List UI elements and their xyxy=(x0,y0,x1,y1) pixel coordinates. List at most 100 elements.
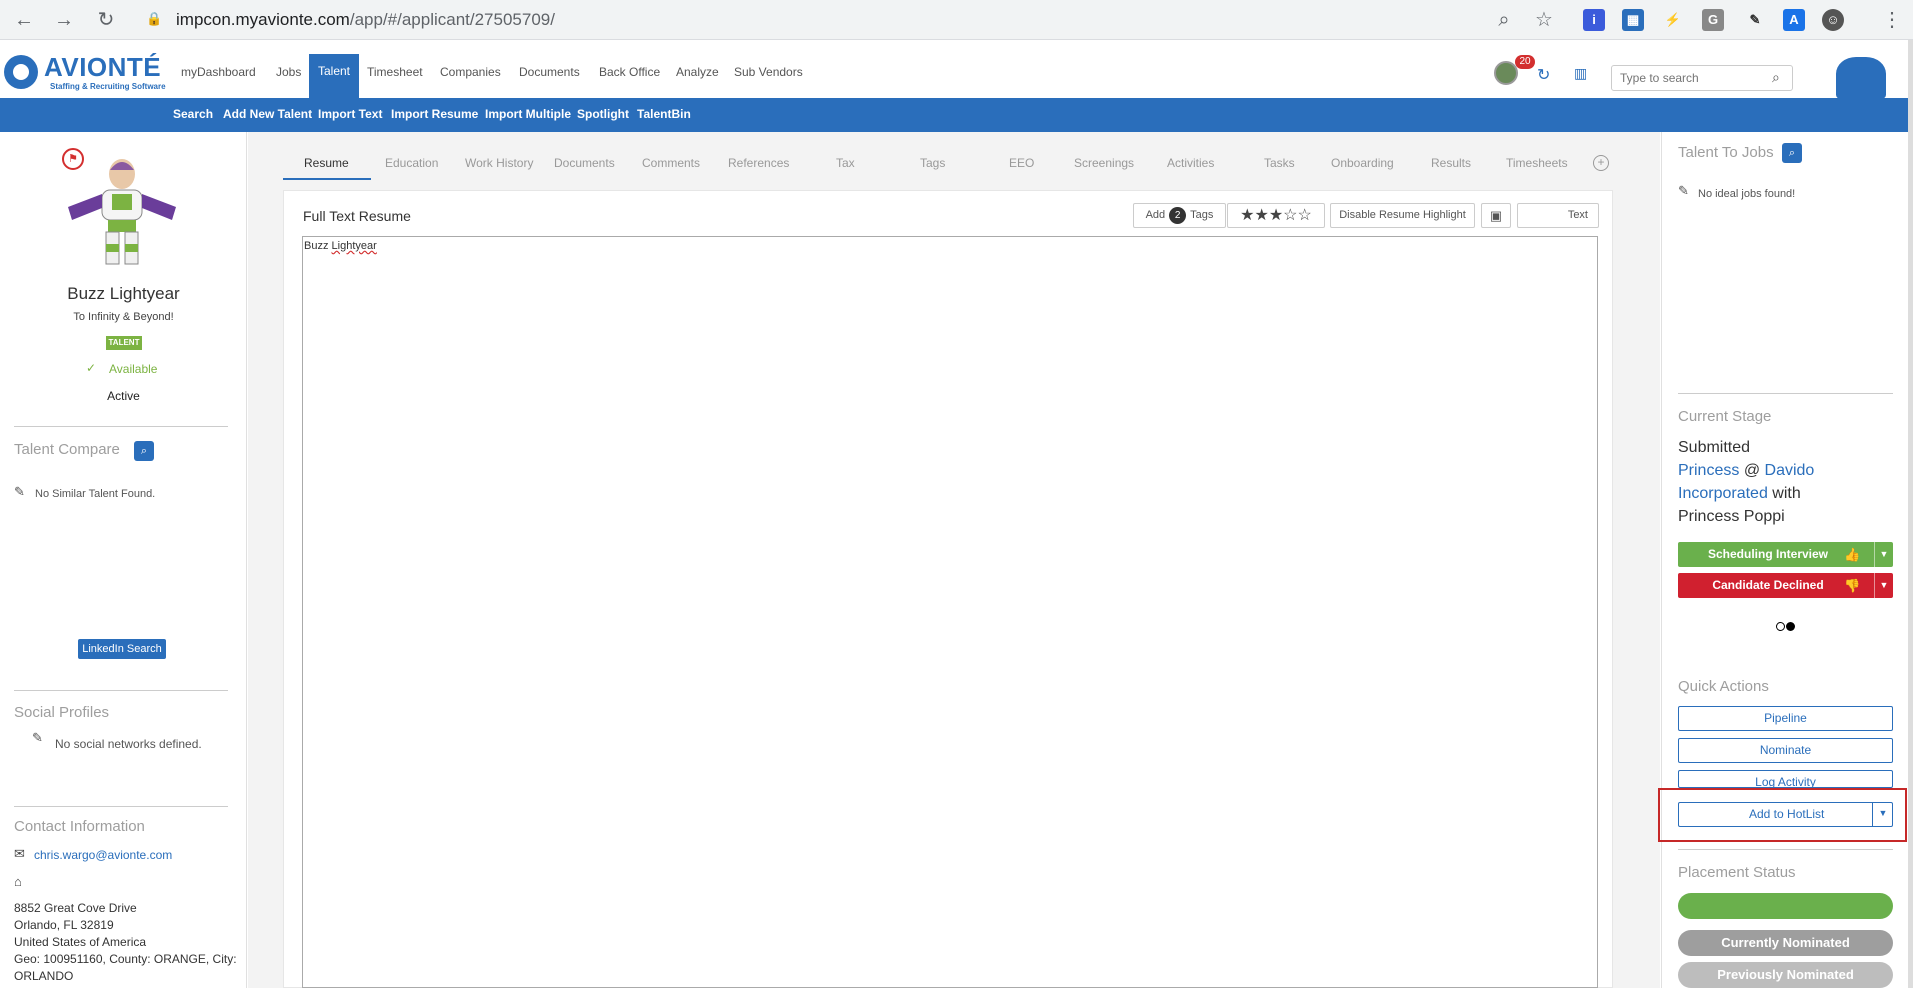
scheduling-interview-button[interactable]: Scheduling Interview 👍 ▼ xyxy=(1678,542,1893,567)
nav-back-office[interactable]: Back Office xyxy=(599,65,660,79)
subnav-import-resume[interactable]: Import Resume xyxy=(391,107,478,121)
subnav-add-new-talent[interactable]: Add New Talent xyxy=(223,107,312,121)
no-social-networks: No social networks defined. xyxy=(55,737,202,751)
g-extension-icon[interactable]: G xyxy=(1702,9,1724,31)
tab-resume[interactable]: Resume xyxy=(304,156,349,170)
stage-carousel-dots[interactable] xyxy=(1776,618,1796,636)
address-line-1: 8852 Great Cove Drive xyxy=(14,901,137,915)
nav-documents[interactable]: Documents xyxy=(519,65,580,79)
currently-nominated-pill[interactable]: Currently Nominated xyxy=(1678,930,1893,956)
text-view-toggle[interactable]: Text xyxy=(1517,203,1599,228)
add-tags-button[interactable]: Add 2 Tags xyxy=(1133,203,1226,228)
save-icon[interactable]: ▣ xyxy=(1481,203,1511,228)
lightning-extension-icon[interactable]: ⚡ xyxy=(1662,9,1684,31)
placement-status-title: Placement Status xyxy=(1678,864,1796,881)
check-icon: ✓ xyxy=(86,361,97,375)
contact-link[interactable]: Princess Poppi xyxy=(1678,508,1785,526)
nav-analyze[interactable]: Analyze xyxy=(676,65,719,79)
company-link-1[interactable]: Davido xyxy=(1765,462,1815,479)
disable-resume-highlight-button[interactable]: Disable Resume Highlight xyxy=(1330,203,1475,228)
talent-tagline: To Infinity & Beyond! xyxy=(73,311,174,323)
eyedropper-extension-icon[interactable]: ✎ xyxy=(1744,9,1766,31)
tab-onboarding[interactable]: Onboarding xyxy=(1331,156,1394,170)
talent-name: Buzz Lightyear xyxy=(67,284,180,303)
bookmark-star-icon[interactable]: ☆ xyxy=(1532,8,1556,32)
tab-references[interactable]: References xyxy=(728,156,789,170)
subnav-spotlight[interactable]: Spotlight xyxy=(577,107,629,121)
info-extension-icon[interactable]: i xyxy=(1583,9,1605,31)
app-header: AVIONTÉ Staffing & Recruiting Software m… xyxy=(0,41,1913,99)
tab-work-history[interactable]: Work History xyxy=(465,156,533,170)
tab-tags[interactable]: Tags xyxy=(920,156,945,170)
nav-sub-vendors[interactable]: Sub Vendors xyxy=(734,65,803,79)
menu-kebab-icon[interactable]: ⋮ xyxy=(1880,8,1904,32)
extension-icon[interactable]: ▦ xyxy=(1622,9,1644,31)
address-line-2: Orlando, FL 32819 xyxy=(14,918,114,932)
talent-to-jobs-search-icon[interactable]: ⌕ xyxy=(1782,143,1802,163)
notification-count-badge: 20 xyxy=(1515,55,1535,69)
address-line-3: United States of America xyxy=(14,935,147,949)
add-tab-icon[interactable]: + xyxy=(1593,155,1609,171)
nav-talent[interactable]: Talent xyxy=(309,54,359,98)
owl-mascot-icon xyxy=(1836,57,1886,99)
log-activity-button[interactable]: Log Activity xyxy=(1678,770,1893,788)
resume-title: Full Text Resume xyxy=(303,208,411,224)
stage-job-line: Princess @ Davido xyxy=(1678,462,1815,479)
pipeline-button[interactable]: Pipeline xyxy=(1678,706,1893,731)
nav-jobs[interactable]: Jobs xyxy=(276,65,301,79)
zoom-icon[interactable]: ⌕ xyxy=(1492,8,1516,32)
subnav-import-text[interactable]: Import Text xyxy=(318,107,382,121)
no-ideal-jobs: No ideal jobs found! xyxy=(1698,188,1796,200)
tab-documents[interactable]: Documents xyxy=(554,156,615,170)
tab-eeo[interactable]: EEO xyxy=(1009,156,1034,170)
nav-mydashboard[interactable]: myDashboard xyxy=(181,65,256,79)
linkedin-search-button[interactable]: LinkedIn Search xyxy=(78,639,166,659)
tab-comments[interactable]: Comments xyxy=(642,156,700,170)
talent-compare-search-icon[interactable]: ⌕ xyxy=(134,441,154,461)
tab-tax[interactable]: Tax xyxy=(836,156,855,170)
logo-text: AVIONTÉ xyxy=(44,52,162,82)
back-icon[interactable]: ← xyxy=(12,8,36,32)
subnav-talentbin[interactable]: TalentBin xyxy=(637,107,691,121)
nav-companies[interactable]: Companies xyxy=(440,65,501,79)
active-status: Active xyxy=(107,389,140,403)
thumbs-down-icon: 👎 xyxy=(1844,578,1861,593)
tab-education[interactable]: Education xyxy=(385,156,438,170)
contact-email-link[interactable]: chris.wargo@avionte.com xyxy=(34,848,172,862)
chevron-down-icon[interactable]: ▼ xyxy=(1874,573,1893,598)
company-link-2[interactable]: Incorporated xyxy=(1678,485,1768,502)
search-icon[interactable]: ⌕ xyxy=(1772,69,1780,86)
page-scrollbar[interactable] xyxy=(1908,40,1913,988)
notifications-icon[interactable] xyxy=(1494,61,1518,85)
talent-profile-panel: ⚑ Buzz Lightyear To Infinity & Beyond! T… xyxy=(0,132,247,988)
refresh-icon[interactable]: ↻ xyxy=(1537,65,1550,85)
nominate-button[interactable]: Nominate xyxy=(1678,738,1893,763)
job-link[interactable]: Princess xyxy=(1678,462,1739,479)
chart-icon[interactable]: ▥ xyxy=(1574,65,1587,82)
chevron-down-icon[interactable]: ▼ xyxy=(1874,542,1893,567)
tab-tasks[interactable]: Tasks xyxy=(1264,156,1295,170)
rating-stars[interactable]: ★★★☆☆ xyxy=(1227,203,1325,228)
resume-text-area[interactable] xyxy=(302,236,1598,988)
tab-activities[interactable]: Activities xyxy=(1167,156,1214,170)
tab-results[interactable]: Results xyxy=(1431,156,1471,170)
global-search[interactable]: ⌕ xyxy=(1611,65,1793,91)
nav-timesheet[interactable]: Timesheet xyxy=(367,65,423,79)
a-extension-icon[interactable]: A xyxy=(1783,9,1805,31)
subnav-search[interactable]: Search xyxy=(173,107,213,121)
avatar xyxy=(68,159,176,265)
previously-nominated-pill[interactable]: Previously Nominated xyxy=(1678,962,1893,988)
divider xyxy=(1678,393,1893,394)
url-text: impcon.myavionte.com/app/#/applicant/275… xyxy=(176,10,555,29)
address-bar[interactable]: 🔒 impcon.myavionte.com/app/#/applicant/2… xyxy=(130,5,1560,35)
highlight-annotation xyxy=(1658,788,1907,842)
subnav-import-multiple[interactable]: Import Multiple xyxy=(485,107,571,121)
search-input[interactable] xyxy=(1620,70,1770,86)
candidate-declined-button[interactable]: Candidate Declined 👎 ▼ xyxy=(1678,573,1893,598)
tab-timesheets[interactable]: Timesheets xyxy=(1506,156,1568,170)
flag-icon[interactable]: ⚑ xyxy=(62,148,84,170)
reload-icon[interactable]: ↻ xyxy=(94,8,118,32)
forward-icon[interactable]: → xyxy=(52,8,76,32)
tab-screenings[interactable]: Screenings xyxy=(1074,156,1134,170)
profile-avatar-icon[interactable]: ☺ xyxy=(1822,9,1844,31)
